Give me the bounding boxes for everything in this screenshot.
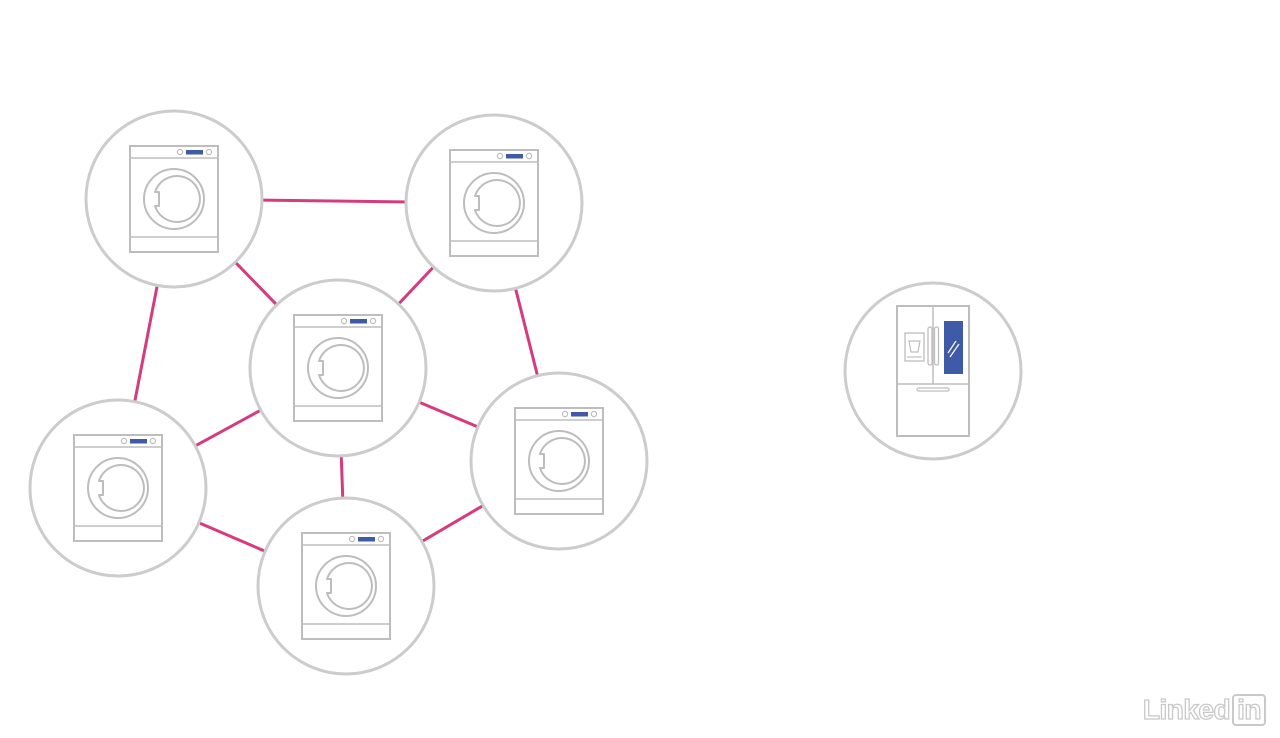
washing-machine-icon — [73, 434, 163, 542]
washing-machine-icon — [129, 145, 219, 253]
nodes-layer — [28, 109, 1023, 676]
refrigerator-icon — [896, 305, 970, 437]
network-diagram — [28, 109, 1023, 676]
node-refrigerator — [843, 281, 1023, 461]
node-washer-top-right — [404, 113, 584, 293]
node-washer-top-left — [84, 109, 264, 289]
watermark-boxed-text: in — [1232, 694, 1266, 726]
node-washer-center — [248, 278, 428, 458]
washing-machine-icon — [293, 314, 383, 422]
node-washer-bottom — [256, 496, 436, 676]
washing-machine-icon — [514, 407, 604, 515]
node-washer-mid-left — [28, 398, 208, 578]
linkedin-watermark-logo: Linked in — [1142, 693, 1266, 726]
washing-machine-icon — [301, 532, 391, 640]
washing-machine-icon — [449, 149, 539, 257]
watermark-word: Linked — [1142, 693, 1231, 725]
node-washer-mid-right — [469, 371, 649, 551]
